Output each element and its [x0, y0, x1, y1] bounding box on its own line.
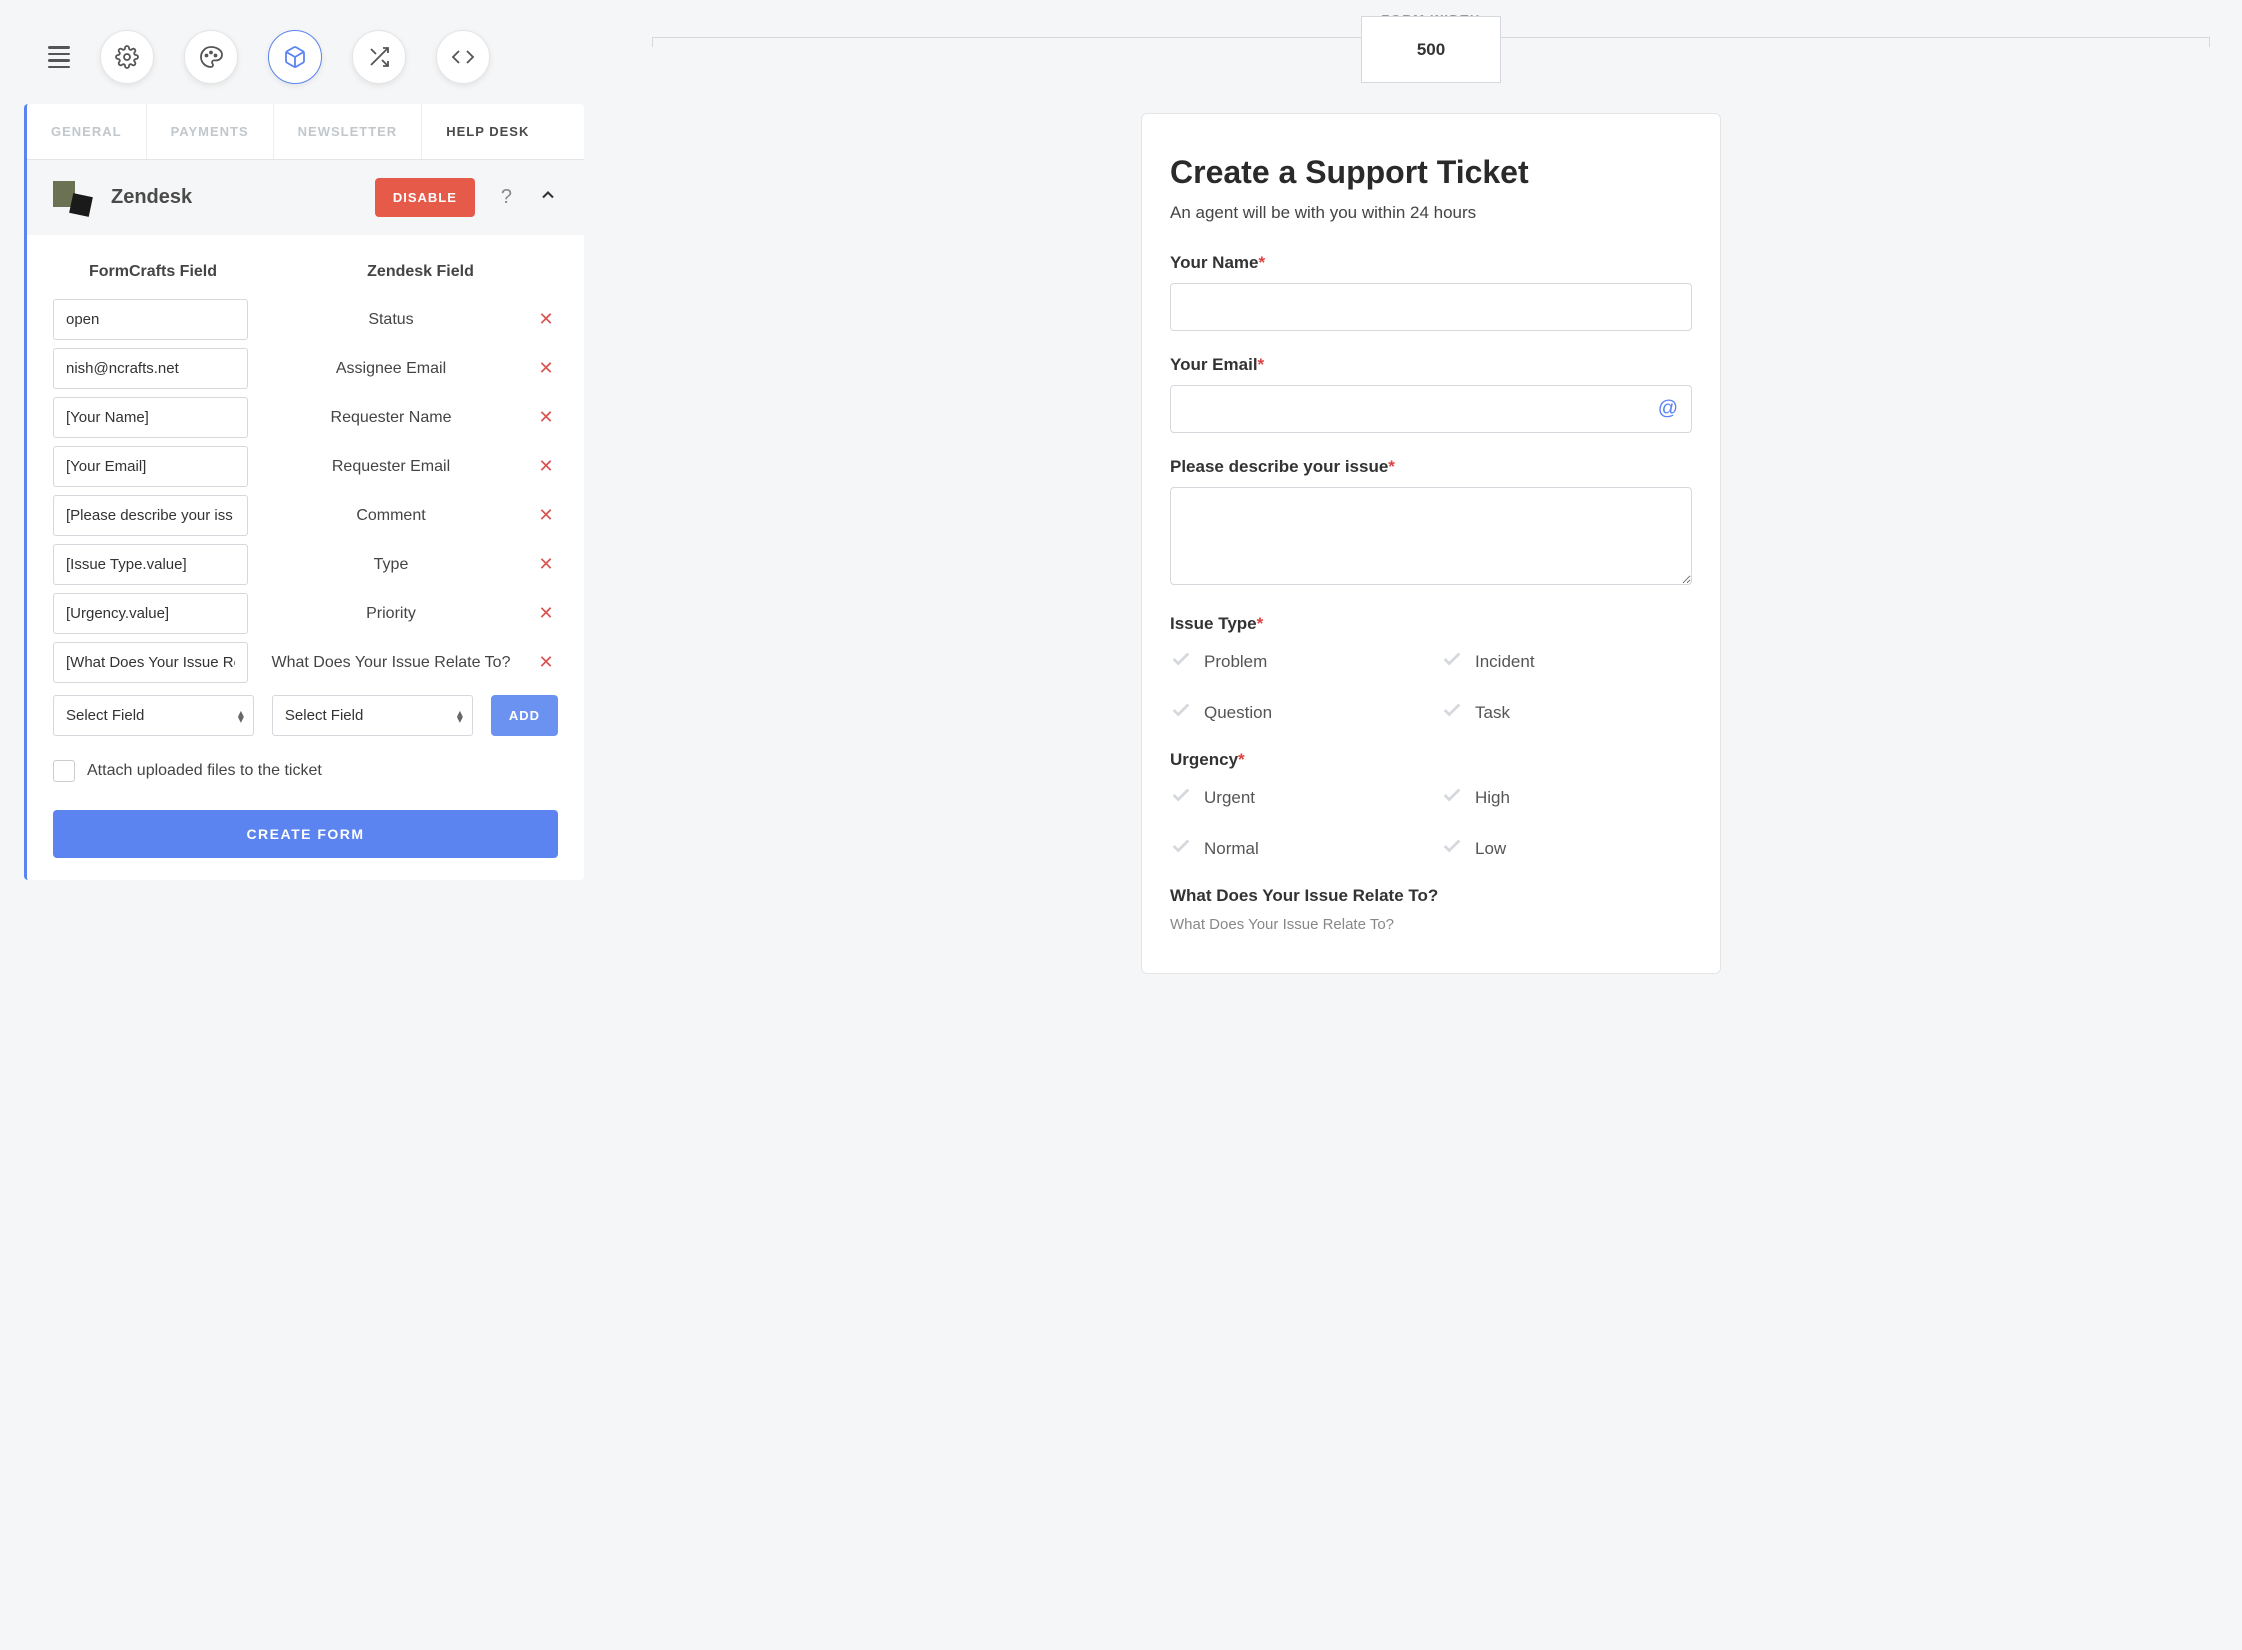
top-toolbar [24, 0, 584, 104]
describe-label: Please describe your issue* [1170, 457, 1692, 477]
mapping-row: What Does Your Issue Relate To? ✕ [53, 642, 558, 683]
chevron-up-icon [538, 185, 558, 205]
zendesk-icon [53, 181, 95, 215]
mapping-header-right: Zendesk Field [253, 263, 558, 281]
urgency-label: Urgency* [1170, 750, 1692, 770]
issue-type-option[interactable]: Problem [1170, 648, 1421, 675]
remove-row-button[interactable]: ✕ [534, 603, 558, 624]
gear-icon [115, 45, 139, 69]
mapping-row: Type ✕ [53, 544, 558, 585]
mapping-row: Priority ✕ [53, 593, 558, 634]
remove-row-button[interactable]: ✕ [534, 554, 558, 575]
integration-name: Zendesk [111, 186, 359, 209]
relate-sublabel: What Does Your Issue Relate To? [1170, 916, 1692, 933]
fc-field-input[interactable] [53, 642, 248, 683]
zd-field-label: Status [260, 311, 522, 329]
mapping-row: Requester Name ✕ [53, 397, 558, 438]
zd-field-label: Priority [260, 605, 522, 623]
add-mapping-button[interactable]: ADD [491, 695, 558, 736]
attach-files-checkbox[interactable] [53, 760, 75, 782]
issue-type-label: Issue Type* [1170, 614, 1692, 634]
cube-icon [283, 45, 307, 69]
zd-field-label: Assignee Email [260, 360, 522, 378]
zd-field-label: Requester Email [260, 458, 522, 476]
disable-button[interactable]: DISABLE [375, 178, 475, 217]
zd-field-label: Type [260, 556, 522, 574]
fc-field-input[interactable] [53, 593, 248, 634]
fc-field-input[interactable] [53, 299, 248, 340]
form-width-control: FORM WIDTH [644, 12, 2218, 83]
zd-field-label: Requester Name [260, 409, 522, 427]
form-title: Create a Support Ticket [1170, 154, 1692, 191]
remove-row-button[interactable]: ✕ [534, 456, 558, 477]
integrations-button[interactable] [268, 30, 322, 84]
form-preview: Create a Support Ticket An agent will be… [1141, 113, 1721, 974]
form-width-input[interactable] [1361, 16, 1501, 83]
urgency-option[interactable]: Urgent [1170, 784, 1421, 811]
mapping-row: Assignee Email ✕ [53, 348, 558, 389]
tab-helpdesk[interactable]: HELP DESK [422, 104, 553, 159]
zd-field-label: Comment [260, 507, 522, 525]
embed-button[interactable] [436, 30, 490, 84]
issue-type-option[interactable]: Incident [1441, 648, 1692, 675]
help-icon[interactable]: ? [491, 186, 522, 209]
check-icon [1441, 648, 1463, 675]
mapping-row: Requester Email ✕ [53, 446, 558, 487]
check-icon [1441, 699, 1463, 726]
select-zd-field[interactable]: Select Field ▴▾ [272, 695, 473, 736]
remove-row-button[interactable]: ✕ [534, 652, 558, 673]
remove-row-button[interactable]: ✕ [534, 407, 558, 428]
field-mapping: FormCrafts Field Zendesk Field Status ✕ … [27, 235, 584, 880]
name-label: Your Name* [1170, 253, 1692, 273]
urgency-option[interactable]: Low [1441, 835, 1692, 862]
attach-files-label: Attach uploaded files to the ticket [87, 762, 322, 780]
logic-button[interactable] [352, 30, 406, 84]
shuffle-icon [367, 45, 391, 69]
issue-type-option[interactable]: Question [1170, 699, 1421, 726]
theme-button[interactable] [184, 30, 238, 84]
check-icon [1170, 835, 1192, 862]
mapping-row: Comment ✕ [53, 495, 558, 536]
zd-field-label: What Does Your Issue Relate To? [260, 654, 522, 672]
mapping-row: Status ✕ [53, 299, 558, 340]
remove-row-button[interactable]: ✕ [534, 309, 558, 330]
remove-row-button[interactable]: ✕ [534, 505, 558, 526]
check-icon [1170, 784, 1192, 811]
check-icon [1441, 835, 1463, 862]
email-input[interactable] [1170, 385, 1692, 433]
email-label: Your Email* [1170, 355, 1692, 375]
collapse-toggle[interactable] [538, 185, 558, 210]
name-input[interactable] [1170, 283, 1692, 331]
panel-tabs: GENERAL PAYMENTS NEWSLETTER HELP DESK [27, 104, 584, 160]
fc-field-input[interactable] [53, 397, 248, 438]
settings-panel: GENERAL PAYMENTS NEWSLETTER HELP DESK Ze… [24, 104, 584, 880]
mapping-header-left: FormCrafts Field [53, 263, 253, 281]
tab-newsletter[interactable]: NEWSLETTER [274, 104, 423, 159]
integration-header: Zendesk DISABLE ? [27, 160, 584, 235]
select-fc-field[interactable]: Select Field ▴▾ [53, 695, 254, 736]
at-icon: @ [1658, 398, 1678, 421]
remove-row-button[interactable]: ✕ [534, 358, 558, 379]
fc-field-input[interactable] [53, 446, 248, 487]
check-icon [1170, 699, 1192, 726]
issue-type-option[interactable]: Task [1441, 699, 1692, 726]
tab-payments[interactable]: PAYMENTS [147, 104, 274, 159]
palette-icon [199, 45, 223, 69]
urgency-option[interactable]: Normal [1170, 835, 1421, 862]
fc-field-input[interactable] [53, 544, 248, 585]
urgency-option[interactable]: High [1441, 784, 1692, 811]
tab-general[interactable]: GENERAL [27, 104, 147, 159]
check-icon [1170, 648, 1192, 675]
form-subtitle: An agent will be with you within 24 hour… [1170, 203, 1692, 223]
create-form-button[interactable]: CREATE FORM [53, 810, 558, 858]
describe-textarea[interactable] [1170, 487, 1692, 585]
check-icon [1441, 784, 1463, 811]
settings-button[interactable] [100, 30, 154, 84]
code-icon [451, 45, 475, 69]
relate-label: What Does Your Issue Relate To? [1170, 886, 1692, 906]
menu-icon[interactable] [48, 46, 70, 68]
fc-field-input[interactable] [53, 348, 248, 389]
fc-field-input[interactable] [53, 495, 248, 536]
